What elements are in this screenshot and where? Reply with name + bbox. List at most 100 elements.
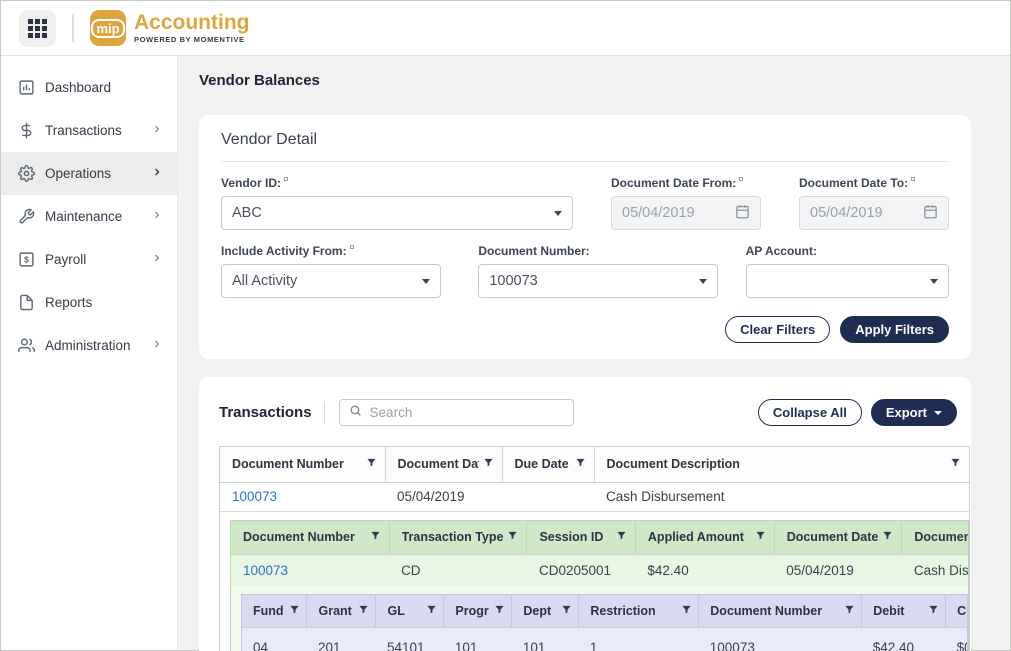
- sidebar-item-label: Reports: [45, 295, 163, 310]
- app-grid-button[interactable]: [19, 10, 56, 47]
- clear-filters-button[interactable]: Clear Filters: [725, 316, 830, 343]
- documents-table: Document Number Document Date Due Date D…: [219, 446, 970, 651]
- app-grid-icon: [28, 19, 47, 38]
- col-progr[interactable]: Progr: [444, 595, 512, 628]
- col-fund[interactable]: Fund: [242, 595, 307, 628]
- sidebar-item-payroll[interactable]: $ Payroll: [1, 238, 177, 281]
- required-marker: [284, 177, 288, 181]
- doc-date-from-label: Document Date From:: [611, 176, 761, 190]
- table-header-row: Document Number Document Date Due Date D…: [220, 447, 969, 482]
- filter-icon[interactable]: [483, 457, 494, 471]
- filter-icon[interactable]: [755, 530, 766, 544]
- required-marker: [739, 177, 743, 181]
- col-document-description[interactable]: Document Description: [902, 521, 969, 555]
- filter-icon[interactable]: [616, 530, 627, 544]
- filter-icon[interactable]: [882, 530, 893, 544]
- col-document-description[interactable]: Document Description: [594, 447, 969, 482]
- chevron-right-icon: [151, 338, 163, 353]
- col-session-id[interactable]: Session ID: [527, 521, 635, 555]
- filter-icon[interactable]: [928, 604, 939, 618]
- filter-icon[interactable]: [681, 604, 692, 618]
- filter-icon[interactable]: [507, 530, 518, 544]
- col-document-date[interactable]: Document Date: [774, 521, 902, 555]
- filter-icon[interactable]: [358, 604, 369, 618]
- main-content: Vendor Balances Vendor Detail Vendor ID:…: [178, 56, 1010, 650]
- col-applied-amount[interactable]: Applied Amount: [635, 521, 774, 555]
- col-document-number[interactable]: Document Number: [699, 595, 862, 628]
- search-icon: [349, 404, 362, 422]
- sidebar-item-label: Maintenance: [45, 209, 151, 224]
- document-number-label: Document Number:: [478, 244, 717, 258]
- col-transaction-type[interactable]: Transaction Type: [389, 521, 527, 555]
- users-icon: [17, 337, 35, 355]
- sidebar-item-operations[interactable]: Operations: [1, 152, 177, 195]
- doc-date-to-field: Document Date To: 05/04/2019: [799, 176, 949, 230]
- col-document-number[interactable]: Document Number: [231, 521, 389, 555]
- calendar-icon: [735, 204, 750, 223]
- debit-cell: $42.40: [862, 628, 946, 651]
- doc-date-to-value: 05/04/2019: [810, 205, 923, 221]
- search-box: [339, 399, 574, 426]
- document-number-select[interactable]: 100073: [478, 264, 717, 298]
- ap-account-label: AP Account:: [746, 244, 949, 258]
- col-dept[interactable]: Dept: [512, 595, 579, 628]
- page-title: Vendor Balances: [199, 72, 1010, 89]
- col-debit[interactable]: Debit: [862, 595, 946, 628]
- document-date-cell: 05/04/2019: [774, 555, 902, 586]
- progr-cell: 101: [444, 628, 512, 651]
- filter-icon[interactable]: [494, 604, 505, 618]
- vendor-id-select[interactable]: ABC: [221, 196, 573, 230]
- ap-account-select[interactable]: [746, 264, 949, 298]
- table-row: 04 201 54101 101 101 1 100073 $42.40 $0.: [242, 628, 968, 651]
- export-button[interactable]: Export: [871, 399, 957, 426]
- session-id-cell: CD0205001: [527, 555, 635, 586]
- payroll-icon: $: [17, 251, 35, 269]
- sidebar-item-reports[interactable]: Reports: [1, 281, 177, 324]
- vendor-detail-card: Vendor Detail Vendor ID: ABC Document Da…: [199, 115, 971, 359]
- required-marker: [350, 245, 354, 249]
- mip-logo: mip: [90, 10, 126, 46]
- sidebar-item-dashboard[interactable]: Dashboard: [1, 66, 177, 109]
- col-due-date[interactable]: Due Date: [502, 447, 594, 482]
- sidebar-item-maintenance[interactable]: Maintenance: [1, 195, 177, 238]
- ap-account-field: AP Account:: [746, 244, 949, 298]
- col-grant[interactable]: Grant: [307, 595, 376, 628]
- filter-icon[interactable]: [575, 457, 586, 471]
- brand-text: Accounting POWERED BY MOMENTIVE: [134, 12, 250, 44]
- doc-date-from-value: 05/04/2019: [622, 205, 735, 221]
- chevron-right-icon: [151, 209, 163, 224]
- col-document-number[interactable]: Document Number: [220, 447, 385, 482]
- doc-date-to-input[interactable]: 05/04/2019: [799, 196, 949, 230]
- include-activity-field: Include Activity From: All Activity: [221, 244, 441, 298]
- col-credit[interactable]: Credit: [946, 595, 968, 628]
- col-gl[interactable]: GL: [376, 595, 444, 628]
- filter-icon[interactable]: [561, 604, 572, 618]
- transactions-card: Transactions Collapse All Export: [199, 377, 971, 651]
- filter-icon[interactable]: [844, 604, 855, 618]
- filter-icon[interactable]: [289, 604, 300, 618]
- col-document-date[interactable]: Document Date: [385, 447, 502, 482]
- filter-icon[interactable]: [366, 457, 377, 471]
- sidebar-item-label: Transactions: [45, 123, 151, 138]
- document-description-cell: Cash Disbursement: [902, 555, 969, 586]
- filter-icon[interactable]: [370, 530, 381, 544]
- restriction-cell: 1: [579, 628, 699, 651]
- collapse-all-button[interactable]: Collapse All: [758, 399, 862, 426]
- document-number-link[interactable]: 100073: [232, 489, 277, 504]
- required-marker: [911, 177, 915, 181]
- sidebar-item-transactions[interactable]: Transactions: [1, 109, 177, 152]
- document-number-link[interactable]: 100073: [243, 563, 288, 578]
- apply-filters-button[interactable]: Apply Filters: [840, 316, 949, 343]
- sidebar-item-administration[interactable]: Administration: [1, 324, 177, 367]
- vendor-id-field: Vendor ID: ABC: [221, 176, 573, 230]
- sidebar: Dashboard Transactions Operations: [1, 56, 178, 650]
- search-input[interactable]: [370, 405, 564, 420]
- doc-date-from-input[interactable]: 05/04/2019: [611, 196, 761, 230]
- include-activity-select[interactable]: All Activity: [221, 264, 441, 298]
- dept-cell: 101: [512, 628, 579, 651]
- table-row: 100073 CD CD0205001 $42.40 05/04/2019 Ca…: [231, 555, 969, 586]
- vendor-id-label: Vendor ID:: [221, 176, 573, 190]
- col-restriction[interactable]: Restriction: [579, 595, 699, 628]
- filter-icon[interactable]: [426, 604, 437, 618]
- filter-icon[interactable]: [950, 457, 961, 471]
